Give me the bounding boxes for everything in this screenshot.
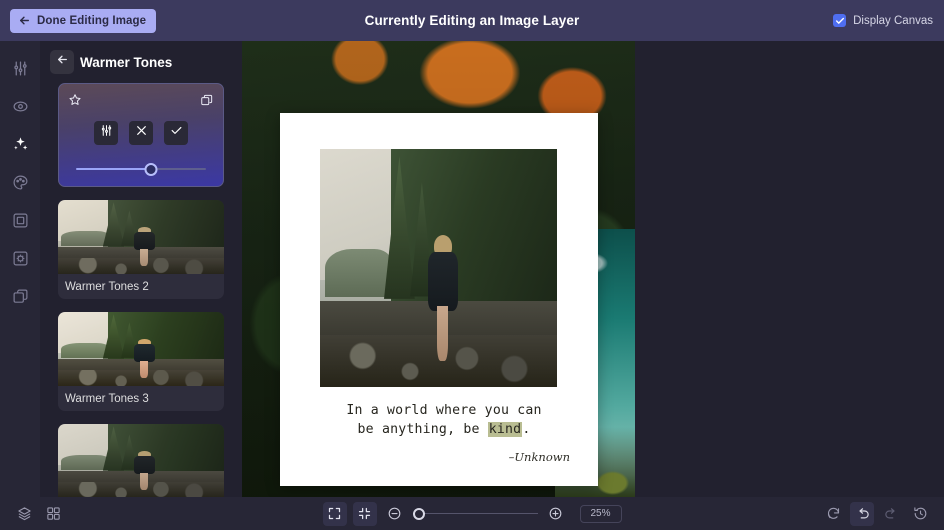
history-button[interactable] <box>908 502 932 526</box>
preset-label: Warmer Tones 2 <box>65 280 149 293</box>
image-layer[interactable] <box>320 149 557 387</box>
zoom-controls: 25% <box>0 501 944 526</box>
layers-icon <box>17 506 32 521</box>
checkbox-icon[interactable] <box>833 14 847 27</box>
palette-icon <box>12 174 29 191</box>
preset-thumbnail <box>58 200 224 274</box>
eye-icon <box>12 98 29 115</box>
display-canvas-toggle[interactable]: Display Canvas <box>833 14 933 27</box>
image-editor-app: Done Editing Image Currently Editing an … <box>0 0 944 530</box>
quote-line-2-post: . <box>522 422 531 437</box>
rail-item-adjustments[interactable] <box>6 55 34 81</box>
zoom-slider[interactable] <box>412 507 538 521</box>
discard-effect-button[interactable] <box>129 121 153 145</box>
zoom-slider-track <box>418 512 538 515</box>
panel-title: Warmer Tones <box>80 54 173 70</box>
duplicate-icon[interactable] <box>200 93 214 107</box>
rail-item-duplicate-layer[interactable] <box>6 283 34 309</box>
active-card-actions <box>68 121 214 145</box>
close-icon <box>135 124 148 142</box>
slider-track-empty <box>151 168 206 170</box>
quote-line-2-pre: be anything, be <box>357 422 488 437</box>
collapse-icon <box>357 506 372 521</box>
preset-preview-image <box>58 424 224 497</box>
zoom-in-icon <box>548 506 563 521</box>
history-icon <box>913 506 928 521</box>
rail-item-effects[interactable] <box>6 131 34 157</box>
preset-list[interactable]: Warmer Tones 2 Warmer Tones 3 <box>40 83 242 497</box>
adjustments-icon <box>100 124 113 142</box>
preset-card[interactable]: Warmer Tones 2 <box>58 200 224 299</box>
adjust-effect-button[interactable] <box>94 121 118 145</box>
fit-screen-icon <box>327 506 342 521</box>
slider-track-filled <box>76 168 152 170</box>
preset-preview-image <box>58 312 224 386</box>
grid-icon <box>46 506 61 521</box>
effect-intensity-slider[interactable] <box>76 162 206 176</box>
grid-button[interactable] <box>41 502 65 526</box>
preset-label: Warmer Tones 3 <box>65 392 149 405</box>
zoom-slider-handle[interactable] <box>412 507 425 520</box>
preset-card[interactable]: Warmer Tones 3 <box>58 312 224 411</box>
top-bar: Done Editing Image Currently Editing an … <box>0 0 944 41</box>
actual-size-button[interactable] <box>352 501 377 526</box>
slider-handle[interactable] <box>144 162 158 176</box>
rail-item-image-effects[interactable] <box>6 245 34 271</box>
frame-icon <box>12 212 29 229</box>
quote-attribution: –Unknown <box>508 450 570 464</box>
redo-button[interactable] <box>879 502 903 526</box>
done-editing-image-label: Done Editing Image <box>37 14 147 27</box>
layers-copy-icon <box>12 288 29 305</box>
effects-panel: Warmer Tones Warmer Tones 2 Warmer Tones… <box>40 41 242 497</box>
active-card-header <box>68 93 214 107</box>
preset-thumbnail <box>58 312 224 386</box>
tool-rail <box>0 41 40 497</box>
preset-thumbnail <box>58 424 224 497</box>
done-editing-image-button[interactable]: Done Editing Image <box>10 8 157 33</box>
redo-icon <box>884 506 899 521</box>
arrow-left-icon <box>56 53 69 71</box>
adjustments-icon <box>12 60 29 77</box>
reset-button[interactable] <box>821 502 845 526</box>
bottom-bar: 25% <box>0 497 944 530</box>
panel-back-button[interactable] <box>50 50 74 74</box>
zoom-in-button[interactable] <box>544 502 568 526</box>
editor-body: Warmer Tones Warmer Tones 2 Warmer Tones… <box>0 41 944 497</box>
image-effects-icon <box>12 250 29 267</box>
rail-item-color[interactable] <box>6 169 34 195</box>
undo-button[interactable] <box>850 501 874 526</box>
quote-highlight: kind <box>487 422 523 437</box>
preset-card[interactable]: Warmer Tones 4 <box>58 424 224 497</box>
active-preset-card[interactable] <box>58 83 224 187</box>
star-icon[interactable] <box>68 93 82 107</box>
zoom-out-icon <box>387 506 402 521</box>
zoom-level-badge[interactable]: 25% <box>579 504 622 523</box>
preset-preview-image <box>58 200 224 274</box>
canvas-stage[interactable]: In a world where you can be anything, be… <box>242 41 944 497</box>
quote-line-1: In a world where you can <box>346 403 542 418</box>
text-layer[interactable]: In a world where you can be anything, be… <box>312 401 576 464</box>
zoom-out-button[interactable] <box>383 502 407 526</box>
rail-item-frame[interactable] <box>6 207 34 233</box>
quote-line-2: be anything, be kind. <box>312 420 576 439</box>
canvas-preview-image <box>320 149 557 387</box>
fit-screen-button[interactable] <box>322 501 347 526</box>
rail-item-preview[interactable] <box>6 93 34 119</box>
quote-text: In a world where you can be anything, be… <box>312 401 576 439</box>
check-icon <box>170 124 183 142</box>
panel-header: Warmer Tones <box>40 41 242 83</box>
refresh-icon <box>826 506 841 521</box>
display-canvas-label: Display Canvas <box>853 14 933 27</box>
canvas-artboard[interactable]: In a world where you can be anything, be… <box>280 113 598 486</box>
layers-button[interactable] <box>12 502 36 526</box>
apply-effect-button[interactable] <box>164 121 188 145</box>
bottom-bar-left <box>12 502 65 526</box>
bottom-bar-right <box>821 501 932 526</box>
undo-icon <box>855 506 870 521</box>
arrow-left-icon <box>18 14 31 27</box>
sparkles-icon <box>12 136 29 153</box>
